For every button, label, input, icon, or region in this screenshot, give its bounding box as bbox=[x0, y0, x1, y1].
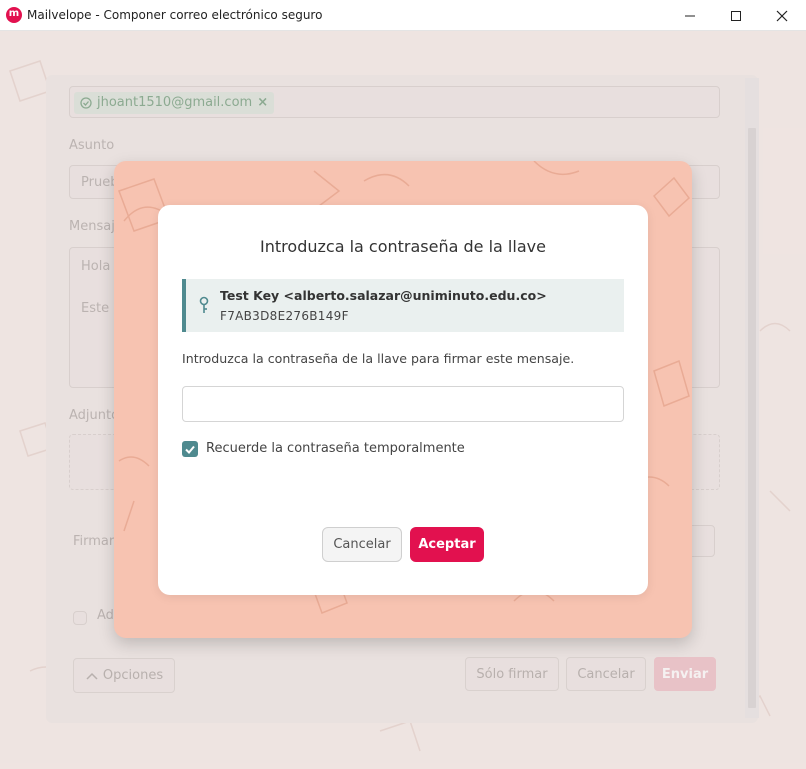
key-user-id: Test Key <alberto.salazar@uniminuto.edu.… bbox=[220, 288, 547, 303]
password-input[interactable] bbox=[182, 386, 624, 422]
remember-checkbox[interactable] bbox=[182, 441, 198, 457]
close-button[interactable] bbox=[759, 0, 805, 31]
maximize-button[interactable] bbox=[713, 0, 759, 31]
cancel-button[interactable]: Cancelar bbox=[322, 527, 402, 562]
password-dialog: Introduzca la contraseña de la llave Tes… bbox=[158, 205, 648, 595]
window-titlebar: Mailvelope - Componer correo electrónico… bbox=[0, 0, 806, 31]
key-fingerprint: F7AB3D8E276B149F bbox=[220, 309, 349, 323]
minimize-button[interactable] bbox=[667, 0, 713, 31]
close-icon bbox=[776, 10, 788, 21]
key-icon bbox=[199, 296, 209, 313]
accept-button[interactable]: Aceptar bbox=[410, 527, 484, 562]
key-info-box: Test Key <alberto.salazar@uniminuto.edu.… bbox=[182, 279, 624, 332]
dialog-title: Introduzca la contraseña de la llave bbox=[260, 237, 546, 256]
mailvelope-logo-icon bbox=[6, 7, 22, 23]
window-title: Mailvelope - Componer correo electrónico… bbox=[27, 8, 323, 22]
instruction-text: Introduzca la contraseña de la llave par… bbox=[182, 351, 575, 366]
maximize-icon bbox=[731, 10, 741, 21]
checkmark-icon bbox=[185, 445, 195, 454]
remember-label[interactable]: Recuerde la contraseña temporalmente bbox=[206, 441, 465, 456]
minimize-icon bbox=[685, 15, 695, 16]
